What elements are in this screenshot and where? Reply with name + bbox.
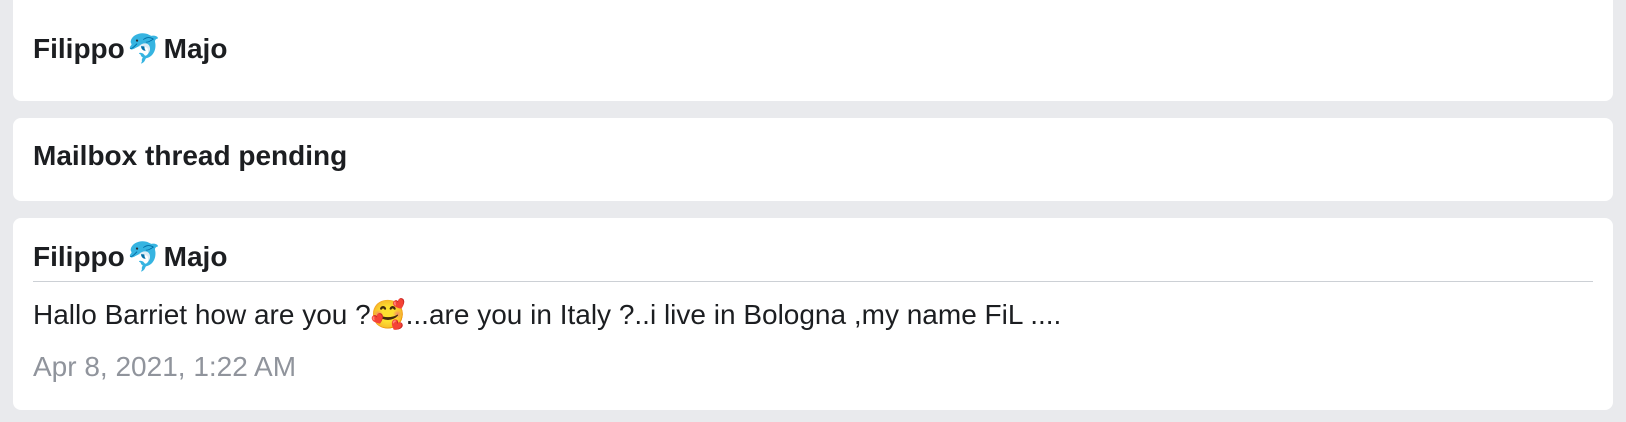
sender-last-name: Majo bbox=[163, 241, 228, 272]
message-divider bbox=[33, 281, 1593, 282]
dolphin-emoji-icon: 🐬 bbox=[126, 241, 162, 272]
smiling-face-with-hearts-icon: 🥰 bbox=[370, 299, 406, 330]
message-text-part-1: Hallo Barriet how are you ? bbox=[33, 299, 371, 330]
sender-first-name: Filippo bbox=[33, 241, 125, 272]
message-text-part-2: ...are you in Italy ?..i live in Bologna… bbox=[405, 299, 1062, 330]
dolphin-emoji-icon: 🐬 bbox=[126, 33, 162, 64]
thread-status-label: Mailbox thread pending bbox=[33, 140, 348, 171]
conversation-header-card: Filippo 🐬 Majo bbox=[13, 0, 1613, 101]
message-timestamp: Apr 8, 2021, 1:22 AM bbox=[33, 351, 297, 382]
message-card: Filippo 🐬 Majo Hallo Barriet how are you… bbox=[13, 218, 1613, 410]
message-sender: Filippo 🐬 Majo bbox=[33, 240, 227, 274]
thread-status-card: Mailbox thread pending bbox=[13, 118, 1613, 201]
conversation-title: Filippo 🐬 Majo bbox=[33, 32, 227, 66]
contact-last-name: Majo bbox=[163, 33, 228, 64]
contact-first-name: Filippo bbox=[33, 33, 125, 64]
message-text: Hallo Barriet how are you ?🥰...are you i… bbox=[33, 297, 1593, 333]
